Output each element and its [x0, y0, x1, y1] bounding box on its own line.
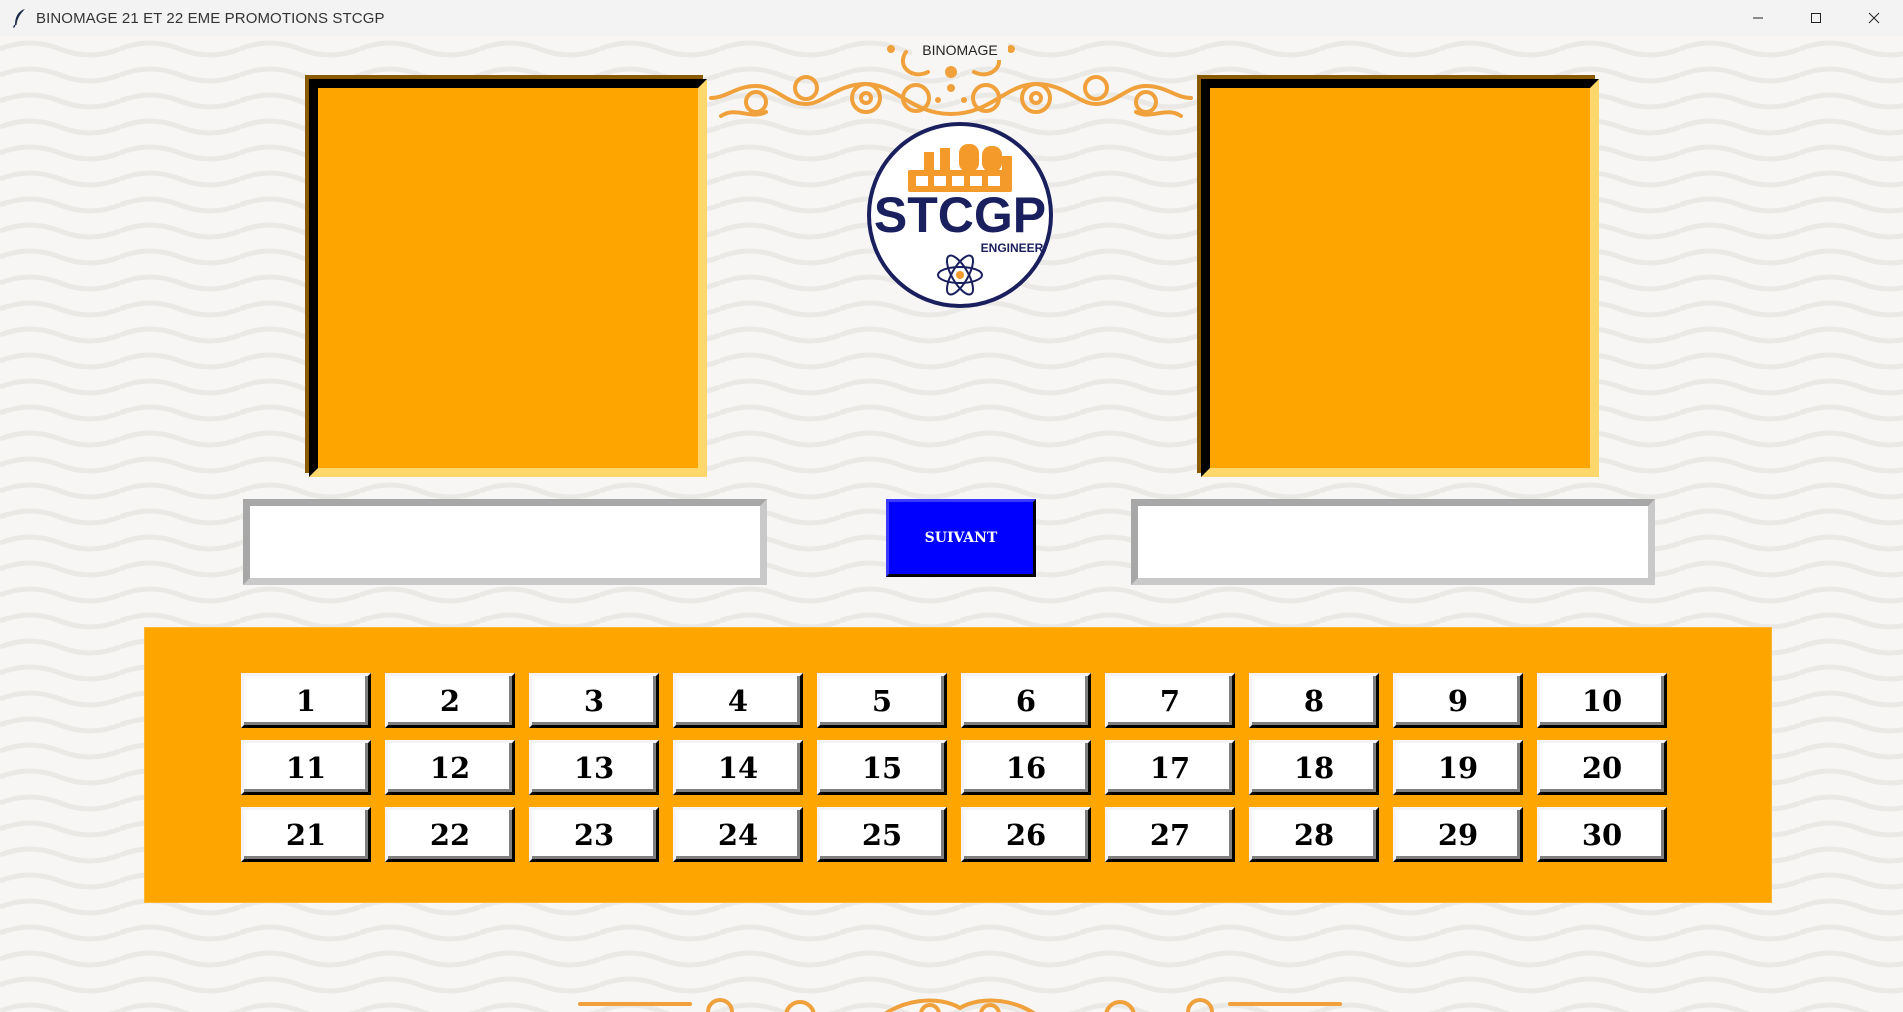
main-window: BINOMAGE STCGP ENGINEER SUIVANT 1 2 3 4 … — [0, 36, 1903, 1012]
number-button[interactable]: 7 — [1105, 673, 1235, 728]
number-button[interactable]: 14 — [673, 740, 803, 795]
header-label: BINOMAGE — [912, 40, 1008, 60]
number-button[interactable]: 22 — [385, 807, 515, 862]
right-photo-frame — [1201, 79, 1599, 477]
number-button[interactable]: 16 — [961, 740, 1091, 795]
number-panel: 1 2 3 4 5 6 7 8 9 10 11 12 13 14 15 16 1… — [144, 627, 1772, 903]
number-button[interactable]: 19 — [1393, 740, 1523, 795]
number-button[interactable]: 1 — [241, 673, 371, 728]
number-button[interactable]: 24 — [673, 807, 803, 862]
next-button[interactable]: SUIVANT — [886, 499, 1036, 577]
maximize-button[interactable] — [1787, 0, 1845, 36]
right-name-field[interactable] — [1131, 499, 1655, 585]
number-button[interactable]: 30 — [1537, 807, 1667, 862]
window-title: BINOMAGE 21 ET 22 EME PROMOTIONS STCGP — [36, 9, 385, 27]
number-button[interactable]: 29 — [1393, 807, 1523, 862]
number-button[interactable]: 2 — [385, 673, 515, 728]
number-button[interactable]: 5 — [817, 673, 947, 728]
minimize-button[interactable] — [1729, 0, 1787, 36]
ornament-bottom — [578, 998, 1342, 1012]
feather-icon — [12, 9, 25, 28]
number-button[interactable]: 18 — [1249, 740, 1379, 795]
close-icon — [1868, 12, 1880, 24]
number-grid: 1 2 3 4 5 6 7 8 9 10 11 12 13 14 15 16 1… — [241, 673, 1667, 862]
number-button[interactable]: 21 — [241, 807, 371, 862]
minimize-icon — [1753, 17, 1763, 19]
number-button[interactable]: 6 — [961, 673, 1091, 728]
number-button[interactable]: 17 — [1105, 740, 1235, 795]
left-name-field[interactable] — [243, 499, 767, 585]
number-button[interactable]: 28 — [1249, 807, 1379, 862]
maximize-icon — [1811, 13, 1821, 23]
stcgp-logo: STCGP ENGINEER — [867, 122, 1053, 308]
number-button[interactable]: 9 — [1393, 673, 1523, 728]
number-button[interactable]: 25 — [817, 807, 947, 862]
number-button[interactable]: 20 — [1537, 740, 1667, 795]
number-button[interactable]: 23 — [529, 807, 659, 862]
number-button[interactable]: 26 — [961, 807, 1091, 862]
window-controls — [1729, 0, 1903, 36]
left-photo-frame — [309, 79, 707, 477]
number-button[interactable]: 3 — [529, 673, 659, 728]
logo-subtext: ENGINEER — [981, 241, 1044, 255]
logo-text: STCGP — [874, 187, 1046, 243]
number-button[interactable]: 10 — [1537, 673, 1667, 728]
close-button[interactable] — [1845, 0, 1903, 36]
number-button[interactable]: 8 — [1249, 673, 1379, 728]
number-button[interactable]: 13 — [529, 740, 659, 795]
number-button[interactable]: 12 — [385, 740, 515, 795]
number-button[interactable]: 11 — [241, 740, 371, 795]
title-bar: BINOMAGE 21 ET 22 EME PROMOTIONS STCGP — [0, 0, 1903, 36]
number-button[interactable]: 4 — [673, 673, 803, 728]
number-button[interactable]: 15 — [817, 740, 947, 795]
number-button[interactable]: 27 — [1105, 807, 1235, 862]
